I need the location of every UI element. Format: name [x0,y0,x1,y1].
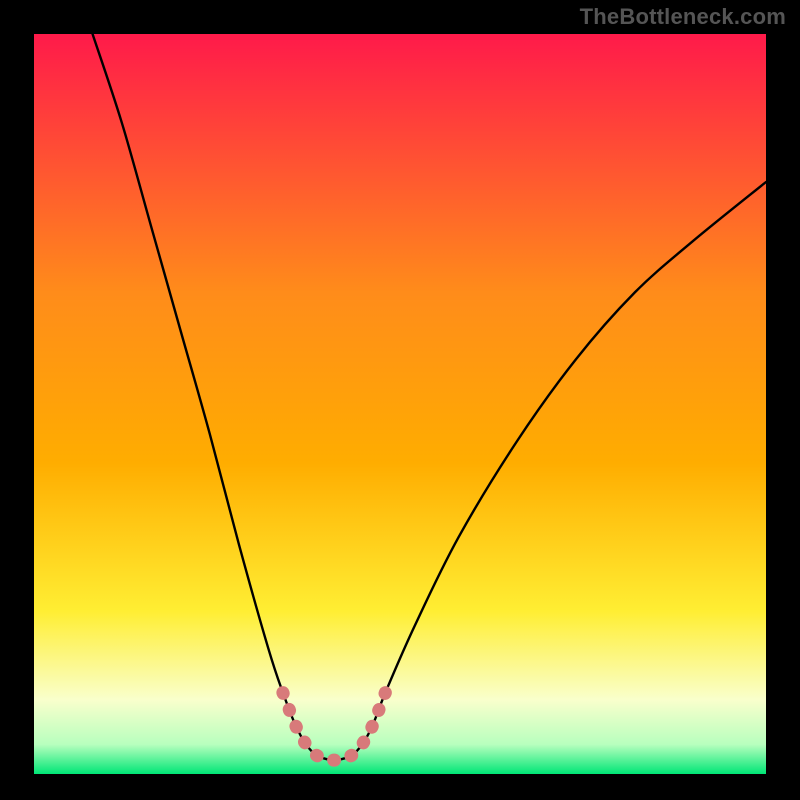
chart-frame: TheBottleneck.com [0,0,800,800]
attribution-label: TheBottleneck.com [580,4,786,30]
plot-background [34,34,766,774]
bottleneck-chart [0,0,800,800]
